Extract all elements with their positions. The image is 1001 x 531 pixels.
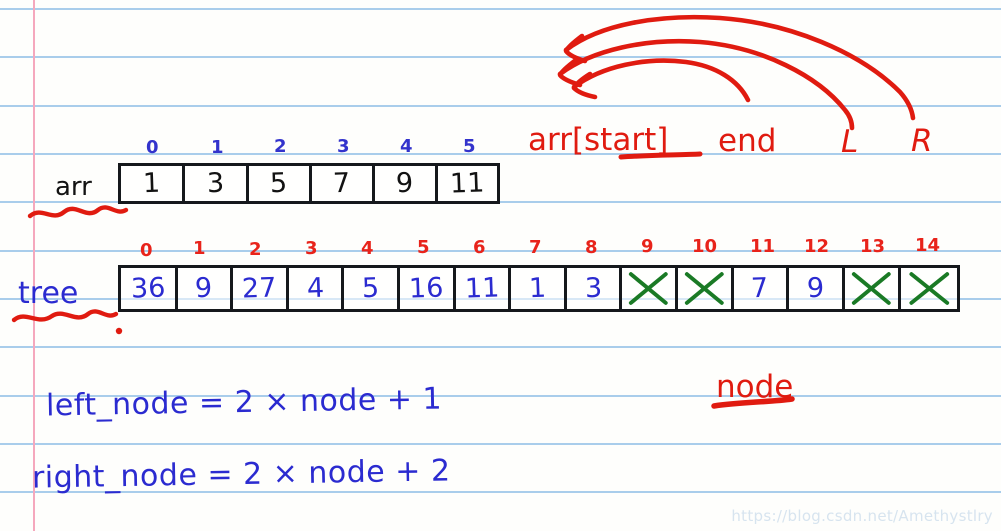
- tree-cell-value: 11: [464, 272, 500, 305]
- notebook-page: arr[start] end L R arr 0 1 2 3 4 5 1 3 5…: [0, 0, 1001, 531]
- tree-cell-value: 4: [305, 272, 325, 305]
- tree-index-label: 3: [305, 238, 318, 259]
- tree-index-label: 13: [860, 236, 886, 257]
- tree-index-label: 1: [193, 238, 206, 259]
- annotation-arr-start: arr[start]: [528, 122, 669, 158]
- formula-right-node: right_node = 2 × node + 2: [31, 453, 451, 496]
- arr-cell-value: 7: [332, 167, 352, 200]
- tree-cell: 5: [344, 268, 401, 309]
- cross-icon: [908, 272, 949, 305]
- tree-cell-crossed: [678, 268, 734, 309]
- tree-cell: 27: [233, 268, 289, 309]
- arr-cell-value: 9: [395, 167, 415, 200]
- tree-cell-value: 36: [130, 272, 166, 305]
- arr-cell: 5: [249, 166, 312, 201]
- arr-cell: 1: [121, 166, 185, 201]
- arr-array-box: 1 3 5 7 9 11: [118, 163, 500, 204]
- tree-cell: 9: [178, 268, 234, 309]
- tree-cell: 11: [456, 268, 512, 309]
- tree-cell-value: 7: [750, 272, 770, 305]
- formula-left-node: left_node = 2 × node + 1: [45, 381, 443, 424]
- tree-cell-value: 16: [408, 272, 445, 305]
- tree-cell-value: 1: [528, 272, 547, 305]
- tree-index-label: 8: [585, 237, 598, 258]
- tree-cell: 9: [789, 268, 845, 309]
- tree-index-label: 11: [750, 236, 776, 257]
- tree-label: tree: [18, 276, 79, 311]
- cross-icon: [629, 272, 669, 305]
- arr-index-label: 3: [337, 136, 350, 157]
- arr-cell: 7: [312, 166, 375, 201]
- watermark: https://blog.csdn.net/Amethystlry: [731, 507, 993, 525]
- tree-index-label: 12: [804, 236, 830, 257]
- tree-cell-crossed: [901, 268, 958, 309]
- tree-cell-value: 9: [806, 272, 825, 305]
- tree-index-label: 14: [915, 235, 941, 256]
- arr-cell: 9: [375, 166, 438, 201]
- annotation-end: end: [718, 123, 777, 159]
- tree-cell: 4: [289, 268, 345, 309]
- tree-cell-value: 5: [361, 272, 380, 305]
- arr-index-label: 1: [211, 137, 224, 158]
- arr-index-label: 4: [400, 136, 413, 157]
- tree-cell-crossed: [845, 268, 901, 309]
- tree-cell: 3: [567, 268, 623, 309]
- tree-index-label: 2: [249, 239, 262, 260]
- arr-index-label: 2: [274, 136, 287, 157]
- tree-cell: 7: [734, 268, 790, 309]
- tree-index-label: 10: [692, 236, 718, 257]
- arr-label: arr: [55, 172, 92, 202]
- tree-index-label: 0: [140, 240, 153, 261]
- arr-index-label: 0: [146, 137, 159, 158]
- arr-cell-value: 11: [449, 167, 486, 200]
- tree-cell-value: 9: [194, 272, 214, 305]
- tree-index-label: 4: [361, 238, 374, 259]
- cross-icon: [851, 272, 891, 305]
- arr-index-label: 5: [463, 136, 476, 157]
- tree-cell: 1: [511, 268, 567, 309]
- tree-index-label: 5: [417, 237, 430, 258]
- annotation-r: R: [911, 123, 933, 159]
- arr-cell-value: 1: [142, 167, 161, 200]
- tree-cell-value: 3: [584, 272, 603, 305]
- tree-cell-value: 27: [241, 272, 278, 305]
- tree-index-label: 6: [473, 237, 486, 258]
- arr-cell: 11: [438, 166, 497, 201]
- arr-cell-value: 5: [269, 167, 289, 200]
- tree-cell: 36: [121, 268, 178, 309]
- tree-index-label: 9: [641, 236, 654, 257]
- annotation-l: L: [841, 124, 859, 160]
- tree-cell-crossed: [622, 268, 679, 309]
- arr-cell-value: 3: [206, 167, 225, 200]
- tree-array-box: 36 9 27 4 5 16 11 1 3 7 9: [118, 265, 960, 312]
- arr-cell: 3: [185, 166, 249, 201]
- annotation-node: node: [716, 369, 794, 405]
- tree-index-label: 7: [529, 237, 542, 258]
- cross-icon: [684, 272, 724, 305]
- tree-cell: 16: [400, 268, 456, 309]
